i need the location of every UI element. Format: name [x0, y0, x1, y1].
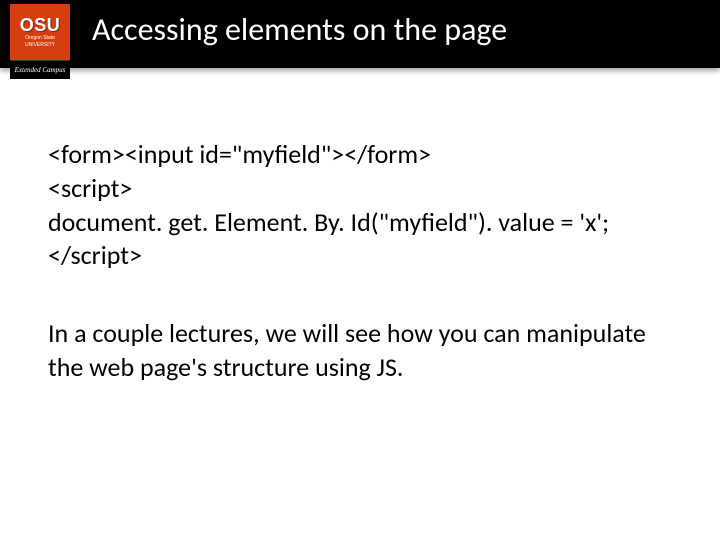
- code-line-4: </script>: [48, 239, 672, 273]
- osu-logo: OSU Oregon State UNIVERSITY Extended Cam…: [10, 4, 70, 88]
- code-line-3: document. get. Element. By. Id("myfield"…: [48, 206, 672, 240]
- logo-extended: Extended Campus: [15, 66, 66, 74]
- logo-bottom: Extended Campus: [10, 60, 70, 79]
- code-line-2: <script>: [48, 172, 672, 206]
- code-block: <form><input id="myfield"></form> <scrip…: [48, 138, 672, 273]
- slide-content: <form><input id="myfield"></form> <scrip…: [0, 78, 720, 385]
- slide-title: Accessing elements on the page: [92, 10, 507, 49]
- note-text: In a couple lectures, we will see how yo…: [48, 317, 672, 385]
- logo-line2: UNIVERSITY: [25, 43, 55, 49]
- logo-line1: Oregon State: [25, 36, 55, 42]
- code-line-1: <form><input id="myfield"></form>: [48, 138, 672, 172]
- logo-top: OSU Oregon State UNIVERSITY: [10, 4, 70, 60]
- logo-acronym: OSU: [20, 16, 61, 34]
- slide-header: OSU Oregon State UNIVERSITY Extended Cam…: [0, 0, 720, 78]
